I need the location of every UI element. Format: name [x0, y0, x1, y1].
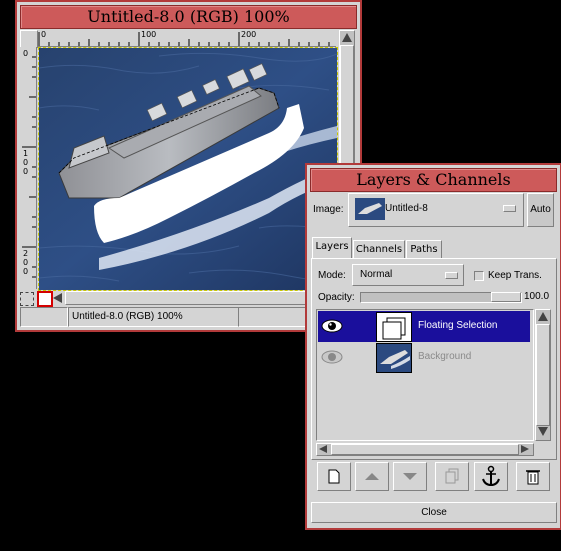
ruler-corner: [20, 30, 38, 48]
new-layer-icon: [328, 469, 340, 484]
background-thumb-icon: [380, 350, 410, 369]
layer-name-floating-selection: Floating Selection: [418, 320, 498, 331]
status-left-cell: [20, 307, 68, 327]
hscroll-left-arrow-icon[interactable]: [53, 293, 62, 303]
image-canvas[interactable]: [38, 47, 338, 291]
layers-hscroll-right-icon[interactable]: [521, 445, 529, 453]
opacity-slider[interactable]: [360, 292, 522, 303]
image-thumb-icon: [355, 198, 385, 220]
image-window-title[interactable]: Untitled-8.0 (RGB) 100%: [20, 5, 357, 29]
image-label: Image:: [313, 204, 344, 215]
quickmask-icon[interactable]: [37, 291, 53, 307]
tab-paths[interactable]: Paths: [406, 240, 442, 260]
lower-layer-button[interactable]: [393, 462, 427, 491]
mode-label: Mode:: [318, 270, 346, 281]
lower-layer-icon: [403, 473, 417, 480]
vscroll-up-arrow-icon[interactable]: [342, 33, 352, 42]
ship-image: [39, 48, 337, 290]
trash-icon: [526, 470, 540, 485]
raise-layer-icon: [365, 473, 379, 480]
visibility-eye-icon[interactable]: [318, 311, 346, 342]
opacity-value: 100.0: [524, 291, 550, 302]
visibility-eye-icon-dim[interactable]: [318, 342, 346, 373]
duplicate-layer-button[interactable]: [435, 462, 469, 491]
layer-row-floating-selection[interactable]: Floating Selection: [318, 311, 530, 342]
tab-layers[interactable]: Layers: [312, 237, 352, 259]
anchor-icon: [482, 465, 500, 487]
layers-vscroll-up-icon[interactable]: [538, 312, 548, 321]
top-ruler-ticks: [38, 32, 330, 46]
left-ruler-label-200: 2 0 0: [23, 249, 29, 276]
left-ruler-label-100: 1 0 0: [23, 149, 29, 176]
layers-hscroll-left-icon[interactable]: [319, 445, 327, 453]
layers-hscroll-thumb[interactable]: [331, 444, 519, 455]
layers-vscrollbar[interactable]: [535, 309, 551, 441]
new-layer-button[interactable]: [317, 462, 351, 491]
duplicate-layer-icon: [445, 468, 459, 484]
layers-hscrollbar[interactable]: [316, 443, 534, 456]
image-menu-value: Untitled-8: [385, 203, 428, 214]
layer-row-background[interactable]: Background: [318, 342, 530, 373]
ruler-label-200: 200: [241, 30, 257, 39]
image-menu-indicator-icon: [503, 205, 516, 212]
layers-window-title[interactable]: Layers & Channels: [310, 168, 557, 192]
opacity-label: Opacity:: [318, 292, 355, 303]
delete-layer-button[interactable]: [516, 462, 550, 491]
raise-layer-button[interactable]: [355, 462, 389, 491]
ruler-label-0: 0: [41, 30, 47, 39]
tab-channels[interactable]: Channels: [353, 240, 405, 260]
status-text: Untitled-8.0 (RGB) 100%: [68, 307, 239, 327]
close-button[interactable]: Close: [311, 502, 557, 523]
layers-vscroll-thumb[interactable]: [536, 324, 550, 426]
layer-name-background: Background: [418, 351, 472, 362]
mode-menu-value: Normal: [360, 269, 393, 280]
mode-menu[interactable]: Normal: [352, 264, 464, 286]
auto-button[interactable]: Auto: [527, 193, 554, 227]
image-hscrollbar[interactable]: [65, 291, 339, 305]
keep-trans-label: Keep Trans.: [488, 270, 542, 281]
anchor-layer-button[interactable]: [474, 462, 508, 491]
top-ruler[interactable]: 0 100 200: [38, 30, 336, 47]
left-ruler-label-0: 0: [23, 49, 29, 58]
keep-trans-checkbox[interactable]: [474, 271, 484, 281]
navigate-icon[interactable]: [20, 292, 34, 306]
mode-menu-indicator-icon: [445, 272, 458, 279]
floating-thumb-icon: [382, 317, 406, 340]
layers-vscroll-down-icon[interactable]: [538, 427, 548, 436]
floating-selection-thumb: [376, 312, 412, 342]
image-menu[interactable]: Untitled-8: [348, 193, 524, 227]
ruler-label-100: 100: [141, 30, 157, 39]
left-ruler[interactable]: 0 1 0 0 2 0 0: [20, 47, 37, 289]
opacity-slider-handle[interactable]: [491, 292, 521, 302]
background-layer-thumb: [376, 343, 412, 373]
